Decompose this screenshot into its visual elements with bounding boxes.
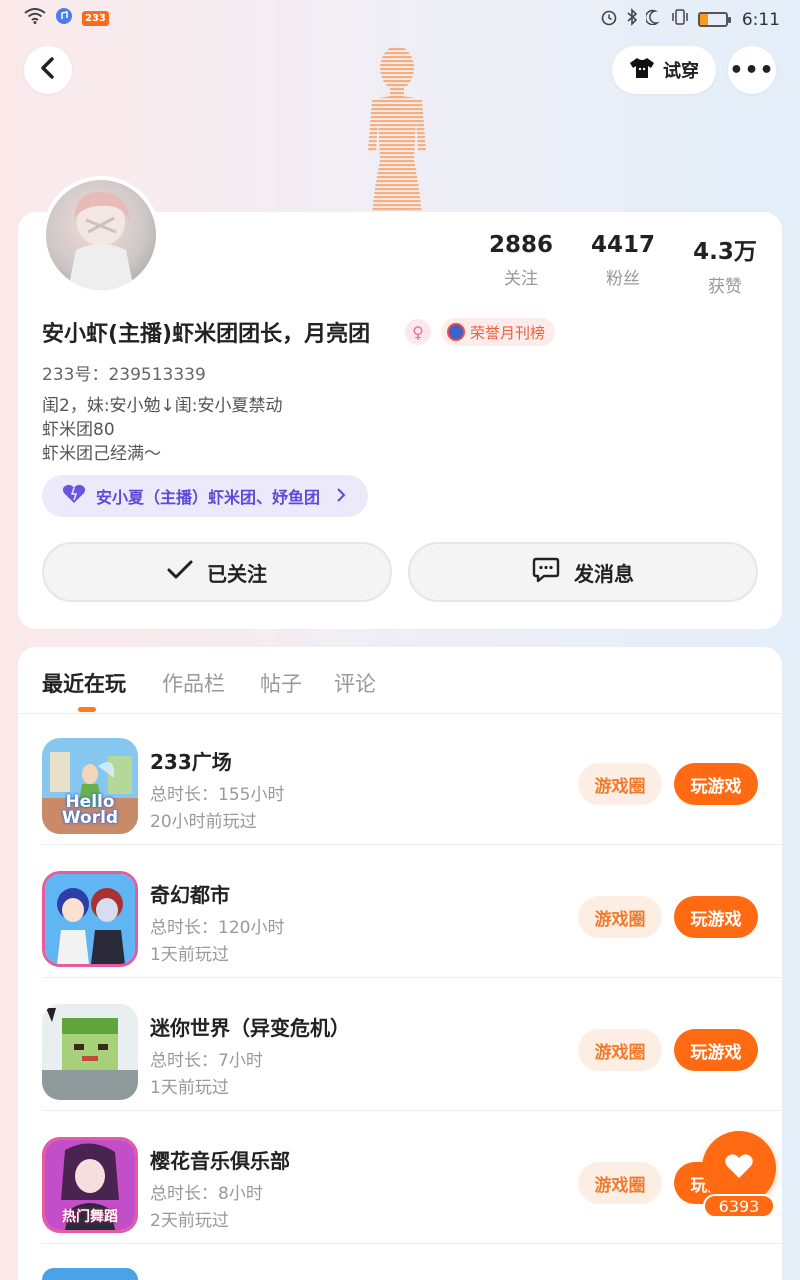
list-item[interactable]: 奇幻都市 总时长：120小时 1天前玩过 游戏圈 玩游戏 <box>18 845 782 978</box>
game-duration: 总时长：120小时 <box>150 918 285 938</box>
likes-label: 获赞 <box>708 277 742 297</box>
wifi-icon <box>24 8 46 29</box>
game-last-played: 2天前玩过 <box>150 1211 229 1231</box>
game-icon-233-square[interactable]: Hello World <box>42 738 138 834</box>
avatar-3d-figure <box>350 40 445 215</box>
game-title: 樱花音乐俱乐部 <box>150 1149 290 1173</box>
game-icon-partial[interactable] <box>42 1268 138 1280</box>
play-game-button[interactable]: 玩游戏 <box>674 763 758 805</box>
stat-followers[interactable]: 4417 粉丝 <box>568 232 678 289</box>
more-options-button[interactable]: ••• <box>728 46 776 94</box>
group-link-label: 安小夏（主播）虾米团、妤鱼团 <box>96 488 321 507</box>
status-bar: 233 6:11 <box>0 0 800 36</box>
game-duration: 总时长：8小时 <box>150 1184 263 1204</box>
list-item[interactable]: 迷你世界（异变危机） 总时长：7小时 1天前玩过 游戏圈 玩游戏 <box>18 978 782 1111</box>
game-icon-mini-world[interactable] <box>42 1004 138 1100</box>
following-count: 2886 <box>488 232 553 258</box>
followers-count: 4417 <box>590 232 655 258</box>
send-message-button[interactable]: 发消息 <box>408 542 758 602</box>
heart-group-icon <box>62 484 86 508</box>
game-icon-sakura-music[interactable]: 热门舞蹈 <box>42 1137 138 1233</box>
bio-line: 闺2，妹:安小勉↓闺:安小夏禁动 <box>42 396 283 416</box>
game-last-played: 1天前玩过 <box>150 945 229 965</box>
game-title: 迷你世界（异变危机） <box>150 1016 350 1040</box>
battery-icon <box>697 12 731 27</box>
play-game-button[interactable]: 玩游戏 <box>674 1029 758 1071</box>
user-avatar[interactable] <box>42 176 160 294</box>
tab-recently-played[interactable]: 最近在玩 <box>42 668 126 698</box>
game-icon-fantasy-city[interactable] <box>42 871 138 967</box>
back-arrow-icon <box>39 57 57 83</box>
female-icon: ♀ <box>405 319 431 345</box>
game-last-played: 1天前玩过 <box>150 1078 229 1098</box>
tab-comments[interactable]: 评论 <box>334 668 376 698</box>
play-game-button[interactable]: 玩游戏 <box>674 896 758 938</box>
vibrate-icon <box>670 8 690 31</box>
send-message-label: 发消息 <box>574 561 634 586</box>
game-duration: 总时长：7小时 <box>150 1051 263 1071</box>
user-id: 233号：239513339 <box>42 365 206 385</box>
game-icon-caption: Hello World <box>61 792 119 828</box>
game-icon-caption: 热门舞蹈 <box>62 1209 118 1225</box>
list-item[interactable]: 热门舞蹈 樱花音乐俱乐部 总时长：8小时 2天前玩过 游戏圈 玩游戏 <box>18 1111 782 1244</box>
game-circle-button[interactable]: 游戏圈 <box>578 896 662 938</box>
chat-bubble-icon <box>532 557 560 588</box>
followers-label: 粉丝 <box>606 269 640 289</box>
app-233-icon: 233 <box>82 11 109 26</box>
honor-badge[interactable]: 荣誉月刊榜 <box>441 318 556 346</box>
shirt-icon <box>629 57 655 84</box>
tab-works[interactable]: 作品栏 <box>162 668 225 698</box>
group-link[interactable]: 安小夏（主播）虾米团、妤鱼团 <box>42 475 369 517</box>
try-on-button[interactable]: 试穿 <box>612 46 716 94</box>
row-divider <box>42 1243 782 1244</box>
game-circle-button[interactable]: 游戏圈 <box>578 1162 662 1204</box>
game-circle-button[interactable]: 游戏圈 <box>578 763 662 805</box>
bio-line: 虾米团己经满～ <box>42 444 161 464</box>
chevron-right-icon <box>336 487 346 506</box>
stat-likes[interactable]: 4.3万 获赞 <box>670 232 780 297</box>
alarm-icon <box>600 8 618 31</box>
game-last-played: 20小时前玩过 <box>150 812 257 832</box>
likes-count: 4.3万 <box>693 239 757 265</box>
stat-following[interactable]: 2886 关注 <box>466 232 576 289</box>
game-title: 233广场 <box>150 750 232 774</box>
game-duration: 总时长：155小时 <box>150 785 285 805</box>
game-title: 奇幻都市 <box>150 883 230 907</box>
music-app-icon <box>56 8 72 29</box>
like-count: 6393 <box>703 1194 775 1218</box>
user-name: 安小虾(主播)虾米团团长，月亮团 <box>42 322 371 347</box>
bio-line: 虾米团80 <box>42 420 115 440</box>
more-icon: ••• <box>729 57 775 83</box>
list-item[interactable]: Hello World 233广场 总时长：155小时 20小时前玩过 游戏圈 … <box>18 712 782 845</box>
tab-posts[interactable]: 帖子 <box>260 668 302 698</box>
medal-icon <box>447 323 465 341</box>
moon-icon <box>644 9 662 30</box>
heart-icon <box>724 1153 754 1183</box>
followed-button[interactable]: 已关注 <box>42 542 392 602</box>
game-circle-button[interactable]: 游戏圈 <box>578 1029 662 1071</box>
try-on-label: 试穿 <box>663 61 699 82</box>
user-bio: 闺2，妹:安小勉↓闺:安小夏禁动 虾米团80 虾米团己经满～ <box>42 394 283 466</box>
following-label: 关注 <box>504 269 538 289</box>
checkmark-icon <box>167 560 193 585</box>
clock-time: 6:11 <box>741 9 780 30</box>
bluetooth-icon <box>626 8 638 31</box>
followed-label: 已关注 <box>207 561 267 586</box>
back-button[interactable] <box>24 46 72 94</box>
honor-badge-label: 荣誉月刊榜 <box>470 323 546 342</box>
